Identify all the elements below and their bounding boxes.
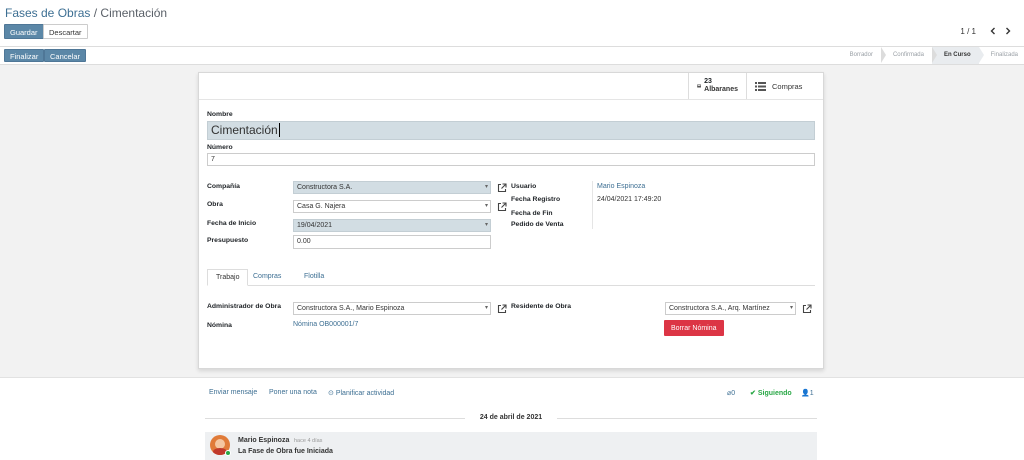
tab-trabajo[interactable]: Trabajo xyxy=(207,269,249,286)
log-note-button[interactable]: Poner una nota xyxy=(269,389,317,396)
nombre-input[interactable]: Cimentación xyxy=(207,121,815,140)
discard-button[interactable]: Descartar xyxy=(43,24,88,39)
message-time: hace 4 días xyxy=(294,438,323,444)
obra-label: Obra xyxy=(207,201,223,208)
user-icon: 👤 xyxy=(801,390,810,397)
finish-button[interactable]: Finalizar xyxy=(4,49,45,62)
breadcrumb-current: Cimentación xyxy=(100,6,168,20)
albaranes-label: Albaranes xyxy=(704,86,738,93)
send-message-button[interactable]: Enviar mensaje xyxy=(209,389,257,396)
breadcrumb: Fases de Obras / Cimentación xyxy=(5,6,167,20)
nomina-label: Nómina xyxy=(207,322,232,329)
usuario-link[interactable]: Mario Espinoza xyxy=(597,183,645,190)
pager-value[interactable]: 1 / 1 xyxy=(960,27,976,36)
status-step-confirmed[interactable]: Confirmada xyxy=(880,47,937,64)
status-step-draft[interactable]: Borrador xyxy=(837,47,887,64)
admin-obra-select[interactable]: Constructora S.A., Mario Espinoza ▾ xyxy=(293,302,491,315)
albaranes-smart-button[interactable]: 23 Albaranes xyxy=(688,73,746,99)
fecha-registro-value: 24/04/2021 17:49:20 xyxy=(597,196,662,203)
compras-smart-button[interactable]: Compras xyxy=(746,73,824,99)
usuario-label: Usuario xyxy=(511,183,537,190)
compras-label: Compras xyxy=(772,81,803,91)
date-separator: 24 de abril de 2021 xyxy=(479,414,543,421)
list-icon xyxy=(755,81,766,91)
residente-obra-select[interactable]: Constructora S.A., Arq. Martínez ▾ xyxy=(665,302,796,315)
external-link-icon[interactable] xyxy=(802,304,812,314)
fecha-fin-label: Fecha de Fin xyxy=(511,210,553,217)
presupuesto-label: Presupuesto xyxy=(207,237,249,244)
fecha-registro-label: Fecha Registro xyxy=(511,196,561,203)
status-step-finished[interactable]: Finalizada xyxy=(978,47,1024,64)
online-status-icon xyxy=(225,450,231,456)
borrar-nomina-button[interactable]: Borrar Nómina xyxy=(664,320,724,336)
clock-icon: ⊙ xyxy=(328,390,334,397)
notebook-tabs: Trabajo Compras Flotilla xyxy=(207,269,815,286)
albaranes-count: 23 xyxy=(704,78,712,85)
tab-flotilla[interactable]: Flotilla xyxy=(296,269,332,286)
schedule-activity-button[interactable]: ⊙ Planificar actividad xyxy=(328,389,394,397)
breadcrumb-parent[interactable]: Fases de Obras xyxy=(5,6,90,20)
external-link-icon[interactable] xyxy=(497,202,507,212)
pager-previous-icon[interactable] xyxy=(986,24,1000,38)
cancel-button[interactable]: Cancelar xyxy=(44,49,87,62)
fecha-inicio-input[interactable]: 19/04/2021 ▾ xyxy=(293,219,491,232)
pedido-venta-label: Pedido de Venta xyxy=(511,221,564,228)
numero-input[interactable]: 7 xyxy=(207,153,815,166)
check-icon: ✔ xyxy=(750,390,756,397)
tab-compras[interactable]: Compras xyxy=(245,269,289,286)
truck-icon xyxy=(697,84,701,88)
nomina-link[interactable]: Nómina OB000001/7 xyxy=(293,321,358,328)
breadcrumb-separator: / xyxy=(93,6,98,20)
pager-next-icon[interactable] xyxy=(1001,24,1015,38)
attachments-button[interactable]: ⌀0 xyxy=(727,389,735,397)
nombre-label: Nombre xyxy=(207,111,233,118)
form-sheet: 23 Albaranes Compras Nombre Cimentación … xyxy=(198,72,824,369)
compania-select[interactable]: Constructora S.A. ▾ xyxy=(293,181,491,194)
message-body: La Fase de Obra fue Iniciada xyxy=(238,448,333,455)
follow-button[interactable]: ✔ Siguiendo xyxy=(750,389,792,397)
residente-obra-label: Residente de Obra xyxy=(511,303,572,310)
compania-label: Compañía xyxy=(207,183,240,190)
message-author[interactable]: Mario Espinoza xyxy=(238,437,289,444)
status-step-in-progress[interactable]: En Curso xyxy=(931,47,984,64)
obra-select[interactable]: Casa G. Najera ▾ xyxy=(293,200,491,213)
external-link-icon[interactable] xyxy=(497,183,507,193)
status-steps: Borrador Confirmada En Curso Finalizada xyxy=(837,47,1024,64)
external-link-icon[interactable] xyxy=(497,304,507,314)
message xyxy=(205,432,817,460)
followers-button[interactable]: 👤1 xyxy=(801,389,814,397)
numero-label: Número xyxy=(207,144,233,151)
admin-obra-label: Administrador de Obra xyxy=(207,303,282,310)
presupuesto-input[interactable]: 0.00 xyxy=(293,235,491,249)
fecha-inicio-label: Fecha de Inicio xyxy=(207,220,257,227)
save-button[interactable]: Guardar xyxy=(4,24,44,39)
